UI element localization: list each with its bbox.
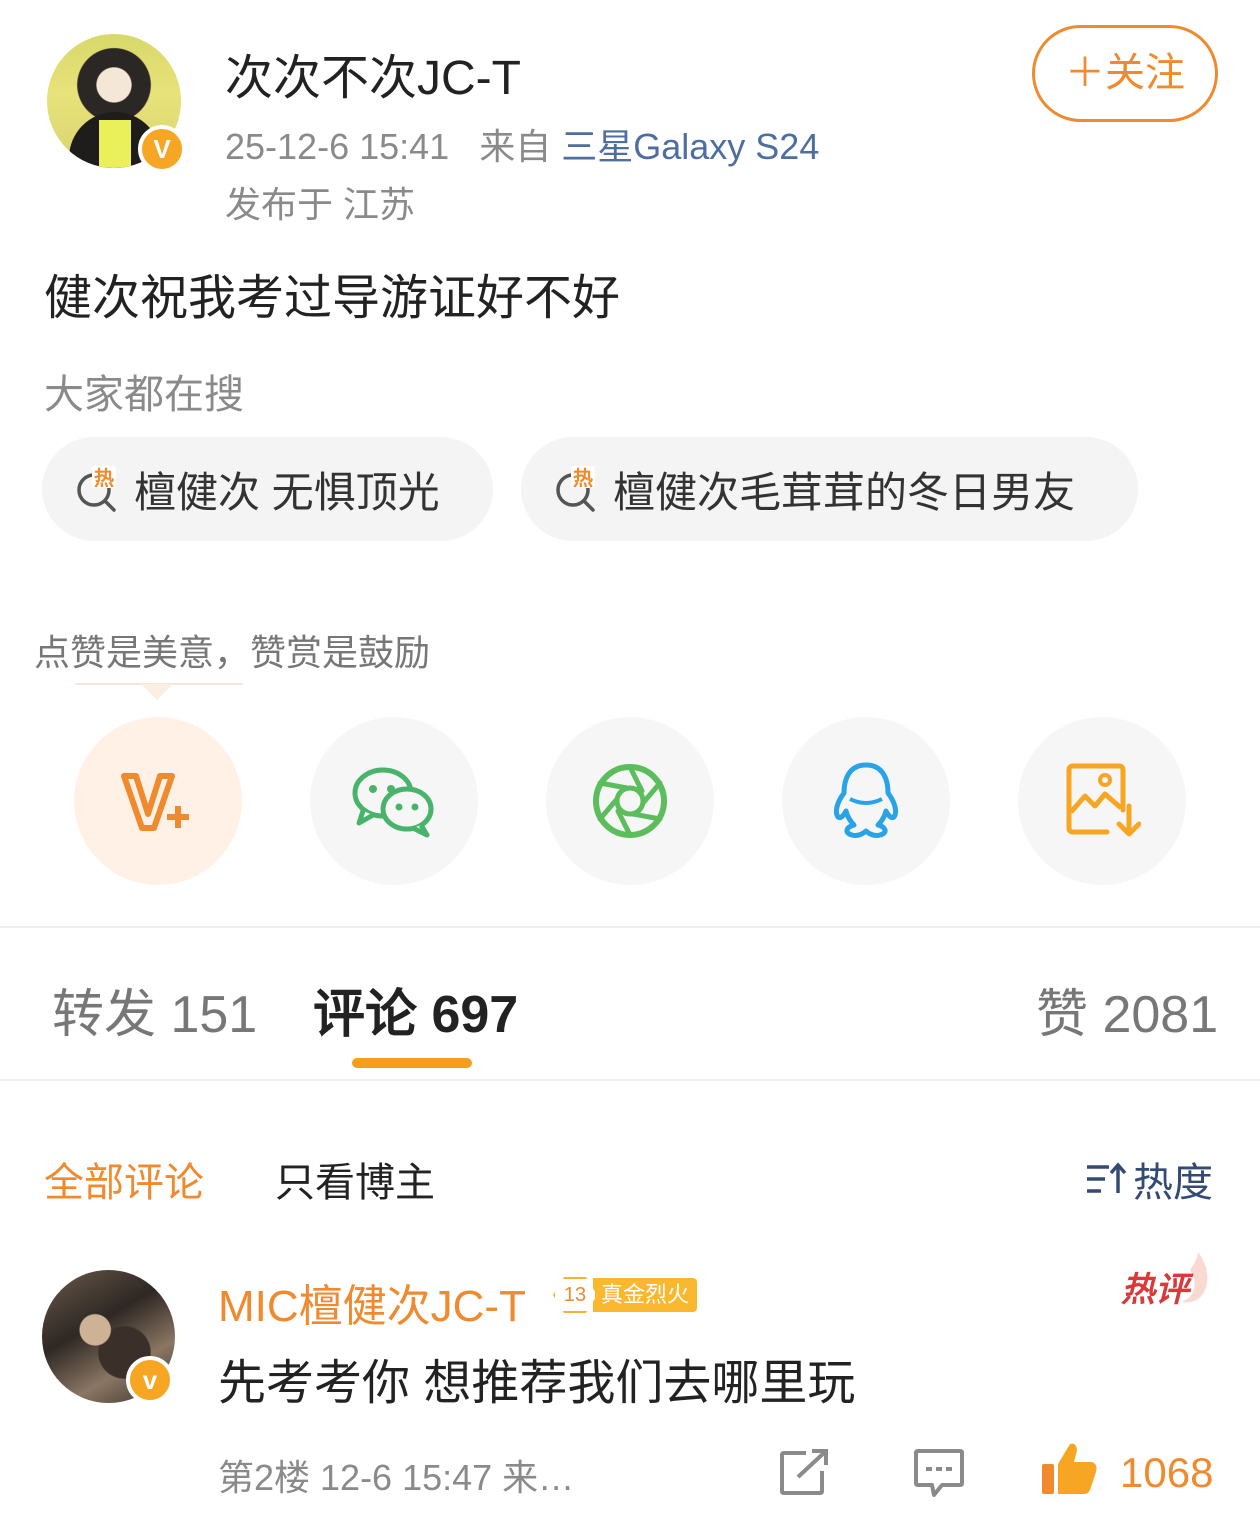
- filter-all-comments[interactable]: 全部评论: [44, 1150, 204, 1208]
- sort-icon: [1087, 1162, 1127, 1193]
- chip-label: 檀健次毛茸茸的冬日男友: [613, 468, 1076, 516]
- svg-text:热: 热: [573, 467, 593, 490]
- source-prefix: 来自: [479, 126, 552, 167]
- save-image-icon: [1066, 763, 1141, 837]
- tab-like[interactable]: 赞 2081: [1036, 972, 1218, 1047]
- fan-level-number: 13: [553, 1277, 597, 1313]
- verified-badge-icon: V: [138, 125, 186, 173]
- tab-active-indicator: [352, 1058, 472, 1068]
- share-icon[interactable]: [778, 1447, 832, 1497]
- reward-hint-caret: [141, 684, 173, 700]
- share-wechat-button[interactable]: [310, 717, 478, 885]
- sort-button[interactable]: 热度: [1085, 1150, 1213, 1208]
- filter-author-only[interactable]: 只看博主: [275, 1150, 435, 1208]
- trending-search-heading: 大家都在搜: [44, 373, 244, 417]
- wechat-icon: [352, 767, 434, 838]
- sort-label: 热度: [1133, 1161, 1213, 1205]
- tab-comment[interactable]: 评论 697: [313, 972, 518, 1047]
- share-qq-button[interactable]: [782, 717, 950, 885]
- follow-button[interactable]: ＋关注: [1032, 25, 1218, 122]
- comment-icon[interactable]: [912, 1447, 966, 1499]
- trending-search-chip[interactable]: 热 檀健次毛茸茸的冬日男友: [521, 437, 1138, 541]
- like-count: 1068: [1120, 1449, 1214, 1496]
- hot-search-icon: 热: [77, 466, 116, 512]
- share-moments-button[interactable]: [546, 717, 714, 885]
- qq-icon: [833, 762, 899, 838]
- author-name[interactable]: 次次不次JC-T: [225, 38, 521, 108]
- post-location: 发布于 江苏: [225, 184, 416, 225]
- device-link[interactable]: 三星Galaxy S24: [561, 126, 819, 167]
- fan-level-title: 真金烈火: [593, 1278, 698, 1312]
- section-divider: [0, 926, 1260, 928]
- comment-meta: 第2楼 12-6 15:47 来…: [218, 1457, 575, 1498]
- post-meta: 25-12-6 15:41 来自 三星Galaxy S24: [225, 118, 819, 170]
- tab-divider: [0, 1079, 1260, 1081]
- post-text: 健次祝我考过导游证好不好: [44, 272, 621, 325]
- trending-search-chip[interactable]: 热 檀健次 无惧顶光: [42, 437, 493, 541]
- like-icon[interactable]: [1040, 1440, 1100, 1498]
- fan-level-badge[interactable]: 13 真金烈火: [553, 1277, 698, 1313]
- verified-badge-icon: v: [126, 1356, 174, 1404]
- reward-button[interactable]: [74, 717, 242, 885]
- commenter-name[interactable]: MIC檀健次JC-T: [218, 1270, 526, 1334]
- comment-text: 先考考你 想推荐我们去哪里玩: [218, 1357, 856, 1410]
- svg-text:热: 热: [94, 467, 114, 490]
- tab-repost[interactable]: 转发 151: [52, 972, 257, 1047]
- hot-comment-badge: 热评: [1121, 1271, 1189, 1309]
- save-image-button[interactable]: [1018, 717, 1186, 885]
- post-time: 25-12-6 15:41: [225, 126, 450, 167]
- moments-icon: [593, 764, 667, 838]
- reward-hint: 点赞是美意，赞赏是鼓励: [34, 632, 431, 673]
- reward-v-plus-icon: [121, 773, 189, 831]
- hot-search-icon: 热: [556, 466, 595, 512]
- chip-label: 檀健次 无惧顶光: [134, 468, 440, 516]
